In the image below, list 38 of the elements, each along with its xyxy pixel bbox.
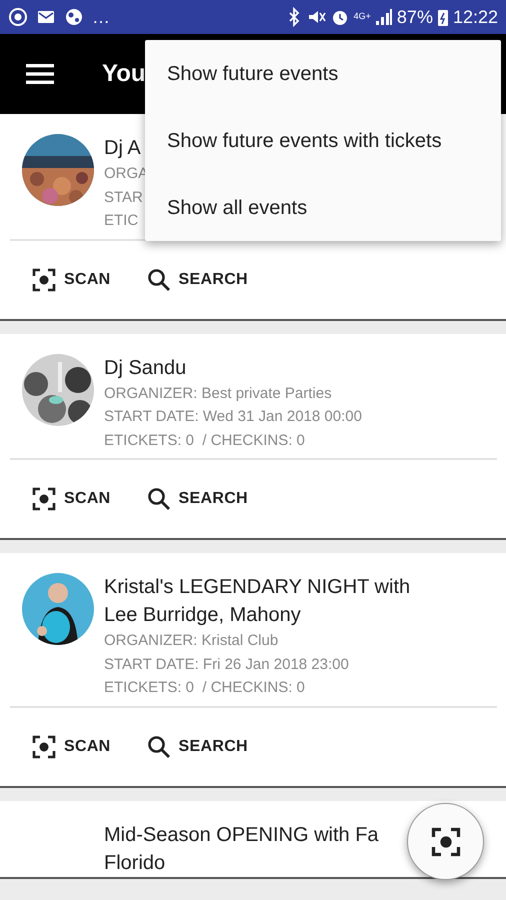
- event-title: Dj Sandu: [104, 356, 188, 380]
- scan-icon: [32, 734, 56, 758]
- ball-icon: [64, 7, 84, 27]
- search-button[interactable]: SEARCH: [142, 264, 252, 296]
- menu-item[interactable]: Show future events: [145, 40, 501, 107]
- search-icon: [146, 268, 171, 292]
- scan-button[interactable]: SCAN: [28, 264, 115, 296]
- start-date-text: START DATE: Fri 26 Jan 2018 23:00: [104, 654, 350, 674]
- start-date-text: STAR: [104, 188, 144, 208]
- event-title: Kristal's LEGENDARY NIGHT with Lee Burridge, Mahony: [104, 575, 410, 628]
- scan-icon: [32, 268, 56, 292]
- toolbar-title: You: [102, 59, 146, 89]
- scan-button[interactable]: SCAN: [28, 730, 115, 762]
- menu-item[interactable]: Show all events: [145, 174, 501, 241]
- menu-icon[interactable]: [26, 63, 54, 85]
- battery-percent: 87%: [396, 6, 433, 28]
- battery-icon: [436, 7, 449, 27]
- scan-icon: [430, 826, 460, 856]
- event-title: Mid-Season OPENING with Fa Florido: [104, 822, 379, 876]
- network-label: 4G+: [354, 10, 371, 24]
- scan-icon: [32, 487, 56, 511]
- organizer-text: ORGANIZER: Best private Parties: [104, 384, 333, 404]
- event-title: Dj A: [104, 136, 142, 161]
- search-button[interactable]: SEARCH: [142, 730, 252, 762]
- search-icon: [146, 734, 171, 758]
- clock-time: 12:22: [452, 6, 498, 28]
- start-date-text: START DATE: Wed 31 Jan 2018 00:00: [104, 407, 362, 427]
- search-button[interactable]: SEARCH: [142, 483, 252, 515]
- search-icon: [146, 487, 171, 511]
- overflow-indicator: …: [92, 6, 110, 28]
- signal-icon: [374, 7, 393, 27]
- scan-button[interactable]: SCAN: [28, 483, 115, 515]
- organizer-text: ORGANIZER: Kristal Club: [104, 631, 280, 651]
- location-icon: [8, 7, 28, 27]
- tickets-text: ETIC: [104, 211, 140, 231]
- menu-item[interactable]: Show future events with tickets: [145, 107, 501, 174]
- tickets-text: ETICKETS: 0 / CHECKINS: 0: [104, 430, 306, 450]
- tickets-text: ETICKETS: 0 / CHECKINS: 0: [104, 678, 306, 698]
